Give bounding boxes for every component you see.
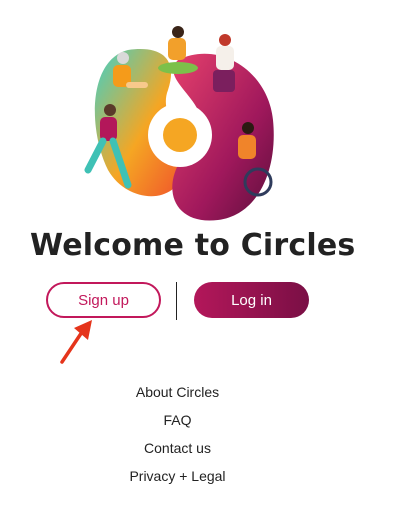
page-title: Welcome to Circles [30, 228, 356, 263]
sign-up-button[interactable]: Sign up [46, 282, 161, 318]
button-divider [176, 282, 177, 320]
annotation-arrow-icon [60, 320, 92, 364]
footer-links: About Circles FAQ Contact us Privacy + L… [60, 383, 295, 495]
faq-link[interactable]: FAQ [60, 411, 295, 439]
log-in-button[interactable]: Log in [194, 282, 309, 318]
about-circles-link[interactable]: About Circles [60, 383, 295, 411]
hero-illustration [84, 26, 274, 221]
contact-us-link[interactable]: Contact us [60, 439, 295, 467]
privacy-legal-link[interactable]: Privacy + Legal [60, 467, 295, 495]
